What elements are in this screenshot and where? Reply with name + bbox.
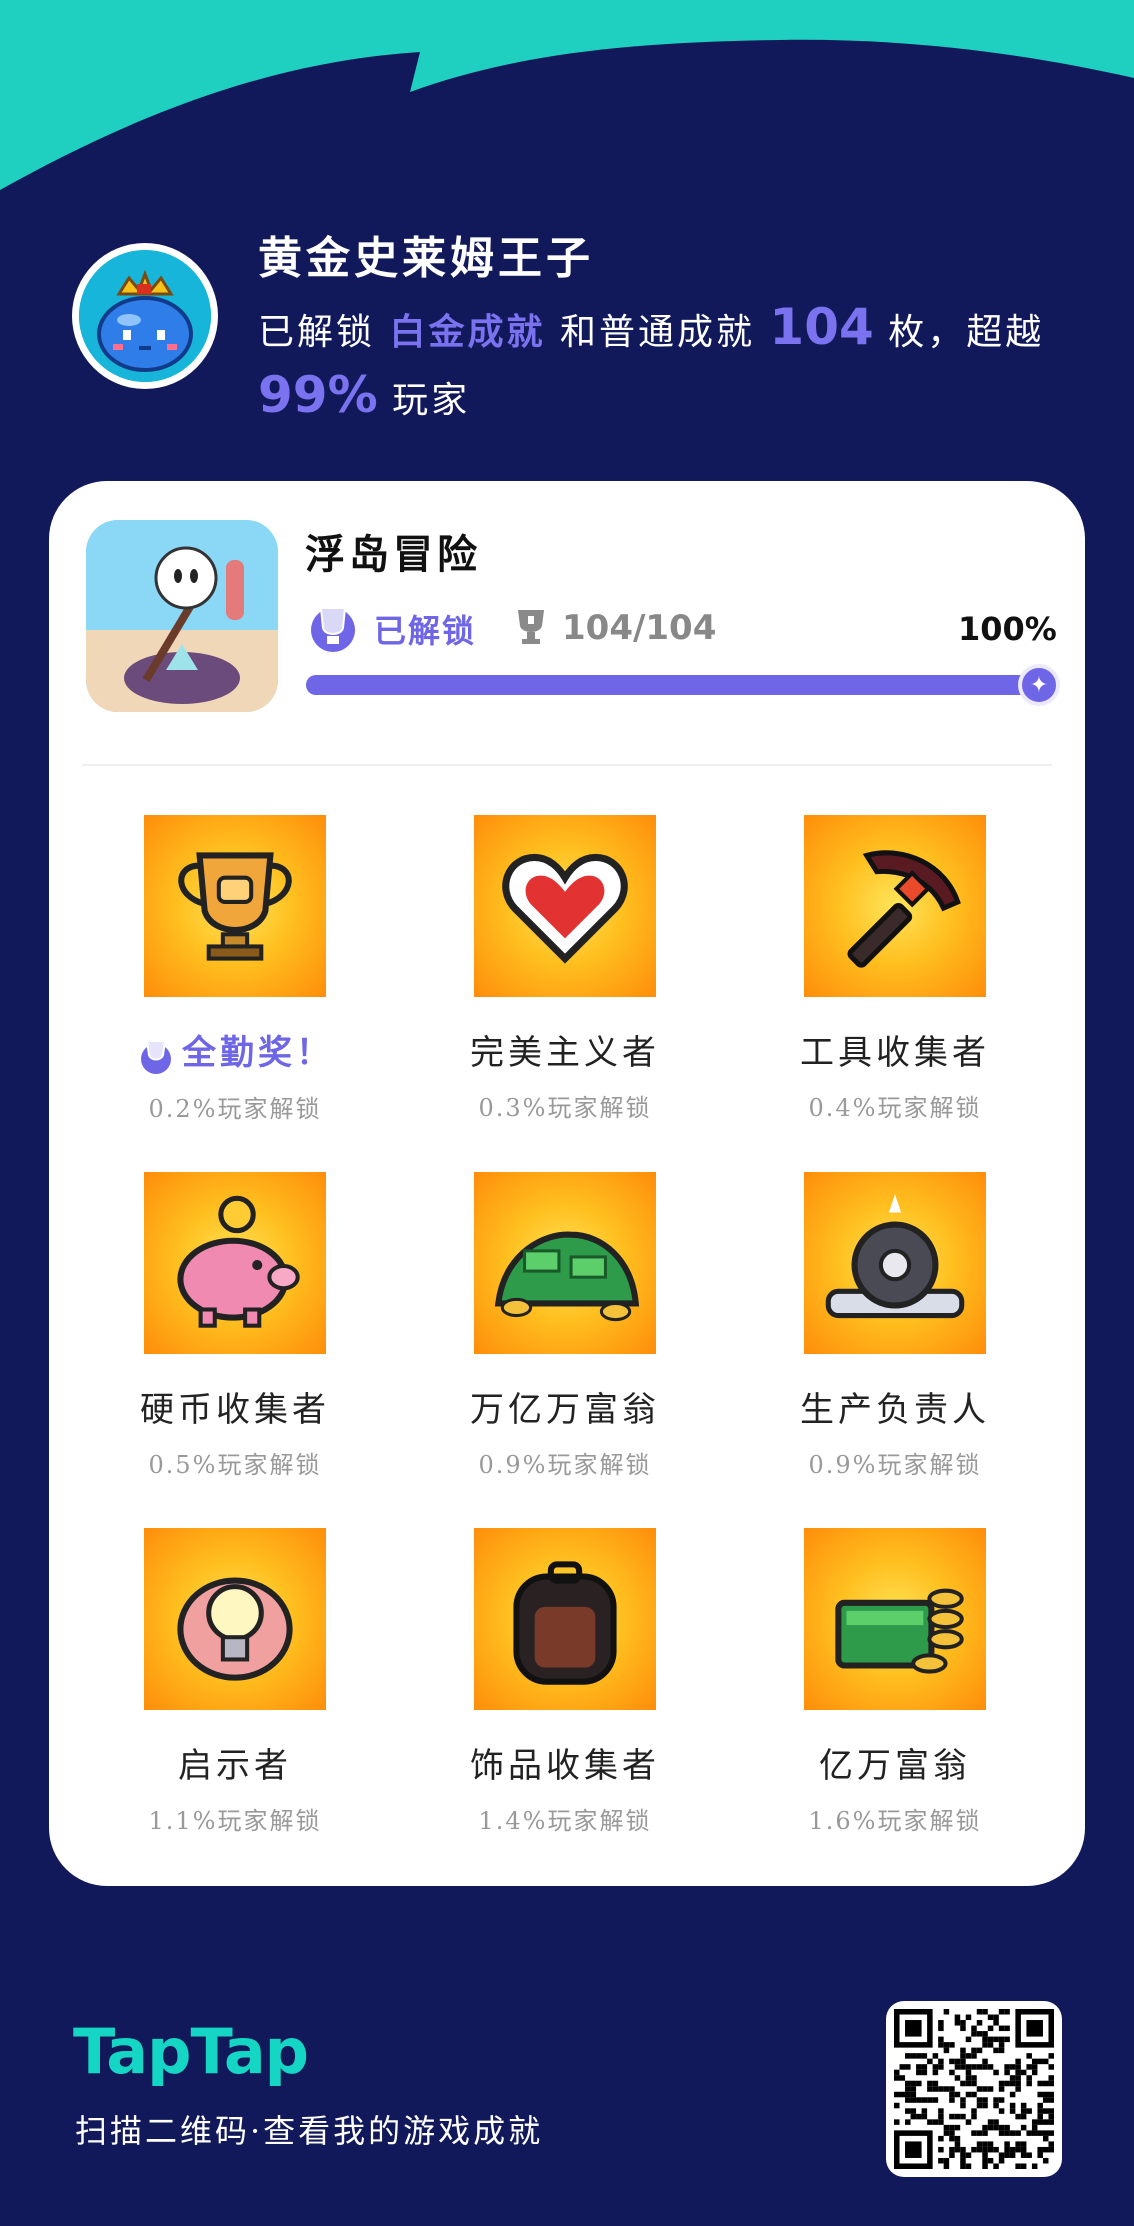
achievement-name-text: 饰品收集者 (470, 1746, 660, 1786)
qr-code[interactable] (886, 2001, 1062, 2177)
achievement-name: 硬币收集者 (75, 1382, 395, 1431)
achievement-count: 104 (769, 298, 874, 356)
achievement-name-text: 万亿万富翁 (470, 1390, 660, 1430)
summary-suffix: 枚，超越 (888, 312, 1045, 353)
backpack-icon (474, 1528, 656, 1710)
progress-bar (306, 675, 1046, 695)
heart-icon (474, 815, 656, 997)
achievement-name: 启示者 (75, 1738, 395, 1787)
achievement-item[interactable]: 工具收集者 0.4%玩家解锁 (735, 815, 1055, 1123)
achievement-item[interactable]: 硬币收集者 0.5%玩家解锁 (75, 1172, 395, 1480)
trophy-icon (144, 815, 326, 997)
achievement-name-text: 生产负责人 (800, 1390, 990, 1430)
achievement-unlock-rate: 0.9%玩家解锁 (478, 1451, 652, 1479)
achievement-unlock-rate: 0.9%玩家解锁 (808, 1451, 982, 1479)
unlocked-label: 已解锁 (374, 612, 477, 650)
trophy-count: 104/104 (562, 608, 717, 648)
achievement-name-text: 工具收集者 (800, 1033, 990, 1073)
achievement-unlock-rate: 1.1%玩家解锁 (148, 1807, 322, 1835)
achievement-name: 饰品收集者 (405, 1738, 725, 1787)
achievement-name-text: 启示者 (178, 1746, 292, 1786)
progress-complete-icon: ✦ (1018, 664, 1060, 706)
achievement-name-text: 亿万富翁 (819, 1746, 971, 1786)
achievement-name: 生产负责人 (735, 1382, 1055, 1431)
game-icon[interactable] (86, 520, 278, 712)
achievement-unlock-rate: 1.4%玩家解锁 (478, 1807, 652, 1835)
achievement-item[interactable]: 完美主义者 0.3%玩家解锁 (405, 815, 725, 1123)
achievement-unlock-rate: 0.4%玩家解锁 (808, 1094, 982, 1122)
trophy-count-icon (518, 610, 544, 644)
platinum-achievement-text: 白金成就 (389, 311, 546, 353)
percentile-value: 99% (258, 366, 378, 424)
divider (82, 764, 1052, 766)
achievement-item[interactable]: 饰品收集者 1.4%玩家解锁 (405, 1528, 725, 1836)
achievement-name-text: 硬币收集者 (140, 1390, 330, 1430)
taptap-logo: TapTap (73, 2015, 309, 2088)
progress-bar-fill (306, 675, 1046, 695)
achievement-name: 工具收集者 (735, 1025, 1055, 1074)
header-wave-decoration (0, 0, 1134, 190)
achievement-item[interactable]: 亿万富翁 1.6%玩家解锁 (735, 1528, 1055, 1836)
avatar[interactable] (72, 243, 218, 389)
game-name: 浮岛冒险 (305, 531, 481, 578)
summary-prefix: 已解锁 (258, 312, 376, 353)
player-title: 黄金史莱姆王子 (258, 233, 594, 284)
lightbulb-icon (144, 1528, 326, 1710)
summary-end: 玩家 (392, 380, 471, 421)
platinum-trophy-icon (311, 607, 355, 652)
achievement-item[interactable]: 万亿万富翁 0.9%玩家解锁 (405, 1172, 725, 1480)
piggy-bank-icon (144, 1172, 326, 1354)
slime-king-avatar-icon (79, 250, 211, 382)
achievement-unlock-rate: 1.6%玩家解锁 (808, 1807, 982, 1835)
money-pile-icon (474, 1172, 656, 1354)
achievement-unlock-rate: 0.2%玩家解锁 (148, 1095, 322, 1123)
achievement-item[interactable]: 启示者 1.1%玩家解锁 (75, 1528, 395, 1836)
achievement-unlock-rate: 0.5%玩家解锁 (148, 1451, 322, 1479)
achievement-summary: 已解锁 白金成就 和普通成就 104 枚，超越 99% 玩家 (258, 296, 1078, 432)
achievement-name-text: 全勤奖！ (182, 1033, 334, 1073)
achievement-name: 完美主义者 (405, 1025, 725, 1074)
cash-coins-icon (804, 1528, 986, 1710)
pickaxe-icon (804, 815, 986, 997)
platinum-badge-icon (136, 1033, 182, 1074)
achievement-name: 万亿万富翁 (405, 1382, 725, 1431)
qr-code-icon (894, 2009, 1054, 2169)
scan-instruction: 扫描二维码·查看我的游戏成就 (75, 2112, 544, 2150)
achievement-name: 亿万富翁 (735, 1738, 1055, 1787)
gear-wrench-icon (804, 1172, 986, 1354)
achievement-item[interactable]: 全勤奖！ 0.2%玩家解锁 (75, 815, 395, 1124)
achievement-unlock-rate: 0.3%玩家解锁 (478, 1094, 652, 1122)
achievement-name-text: 完美主义者 (470, 1033, 660, 1073)
progress-percent: 100% (958, 610, 1057, 648)
summary-mid: 和普通成就 (559, 312, 755, 353)
achievement-name: 全勤奖！ (75, 1025, 395, 1075)
achievement-item[interactable]: 生产负责人 0.9%玩家解锁 (735, 1172, 1055, 1480)
